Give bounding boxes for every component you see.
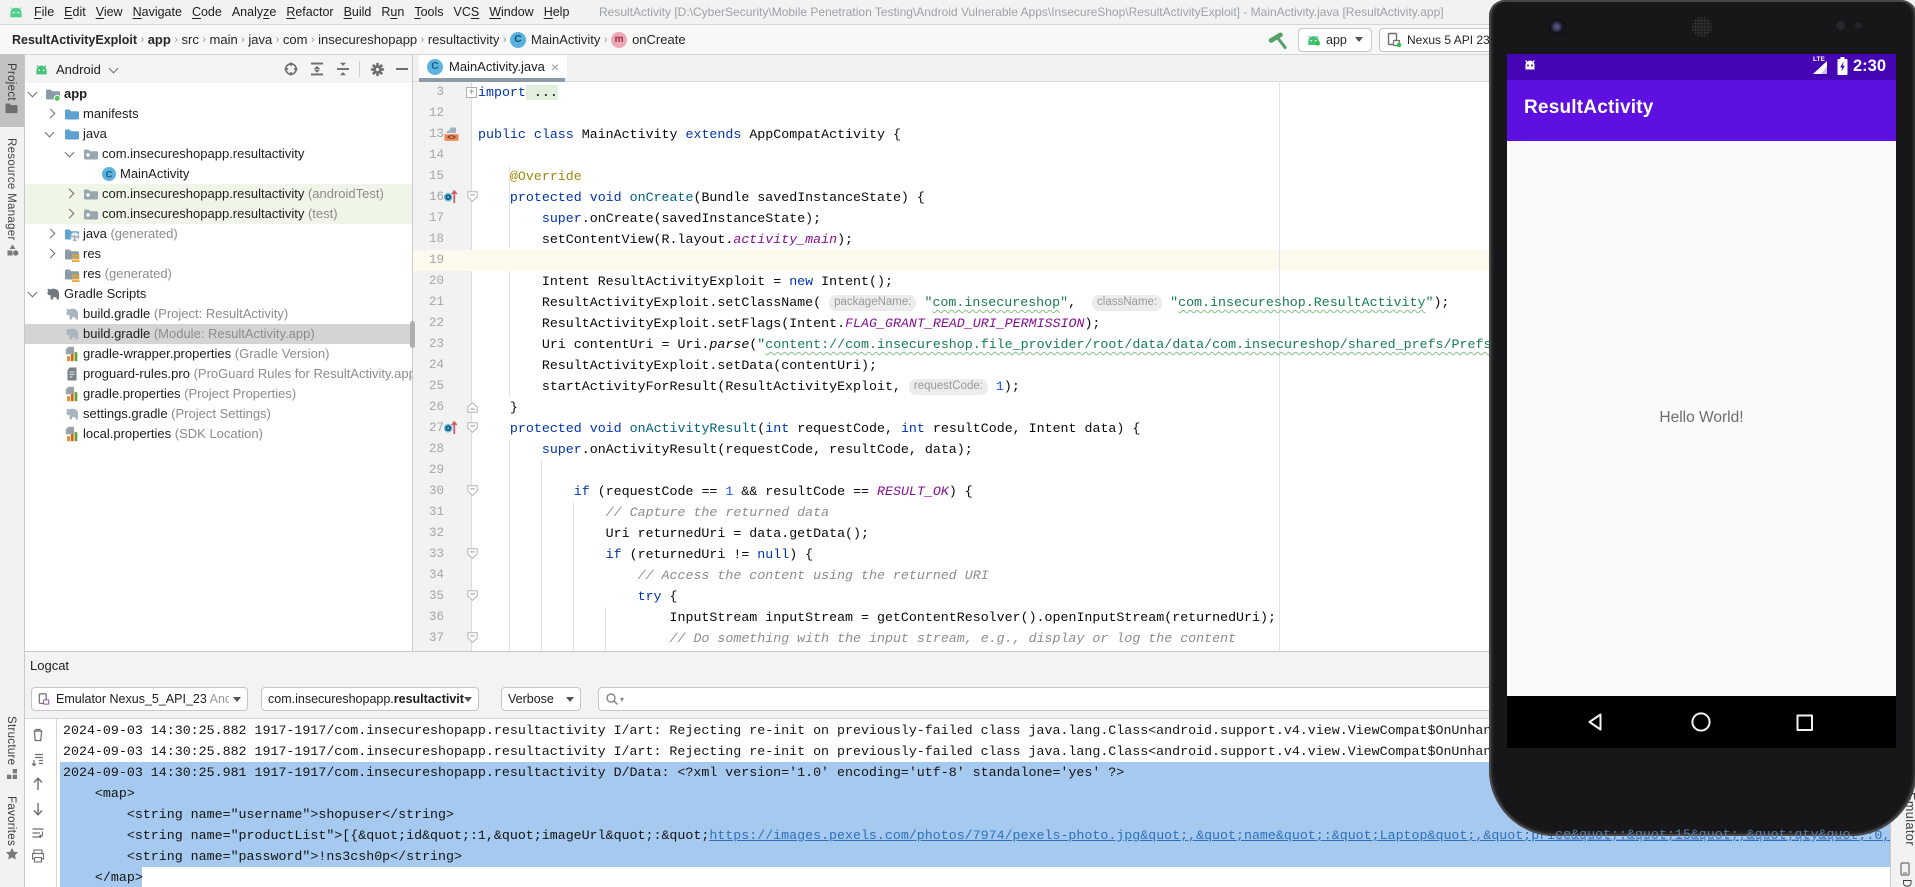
svg-text:C: C	[106, 169, 113, 180]
svg-text:<>: <>	[447, 135, 455, 142]
